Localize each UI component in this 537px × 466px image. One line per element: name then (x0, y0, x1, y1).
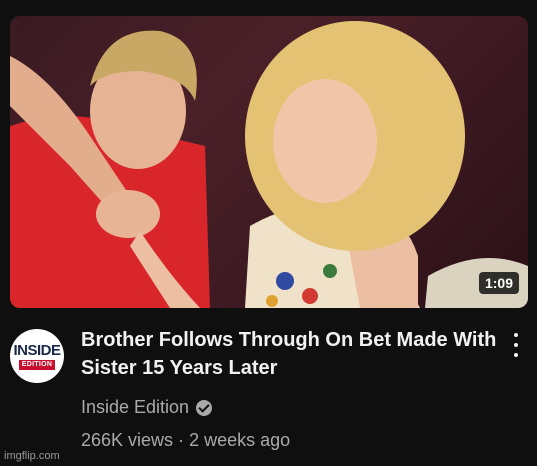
upload-age: 2 weeks ago (189, 430, 291, 450)
kebab-dot (514, 333, 518, 337)
duration-badge: 1:09 (478, 272, 519, 294)
verified-check-icon (196, 399, 213, 416)
video-thumbnail[interactable]: 1:09 (10, 16, 528, 308)
channel-name[interactable]: Inside Edition (81, 397, 189, 418)
kebab-dot (514, 343, 518, 347)
avatar-logo-line2: EDITION (18, 359, 56, 370)
kebab-dot (514, 353, 518, 357)
avatar-logo-line1: INSIDE (13, 341, 61, 359)
view-count: 266K views (81, 430, 174, 450)
thumbnail-image (10, 21, 528, 308)
video-metadata: 266K views · 2 weeks ago (81, 430, 290, 451)
more-vertical-icon[interactable] (506, 331, 526, 359)
video-title[interactable]: Brother Follows Through On Bet Made With… (81, 326, 501, 382)
watermark: imgflip.com (4, 450, 60, 462)
channel-avatar[interactable]: INSIDE EDITION (10, 329, 64, 383)
channel-name-row[interactable]: Inside Edition (81, 397, 213, 418)
meta-separator: · (178, 430, 185, 450)
